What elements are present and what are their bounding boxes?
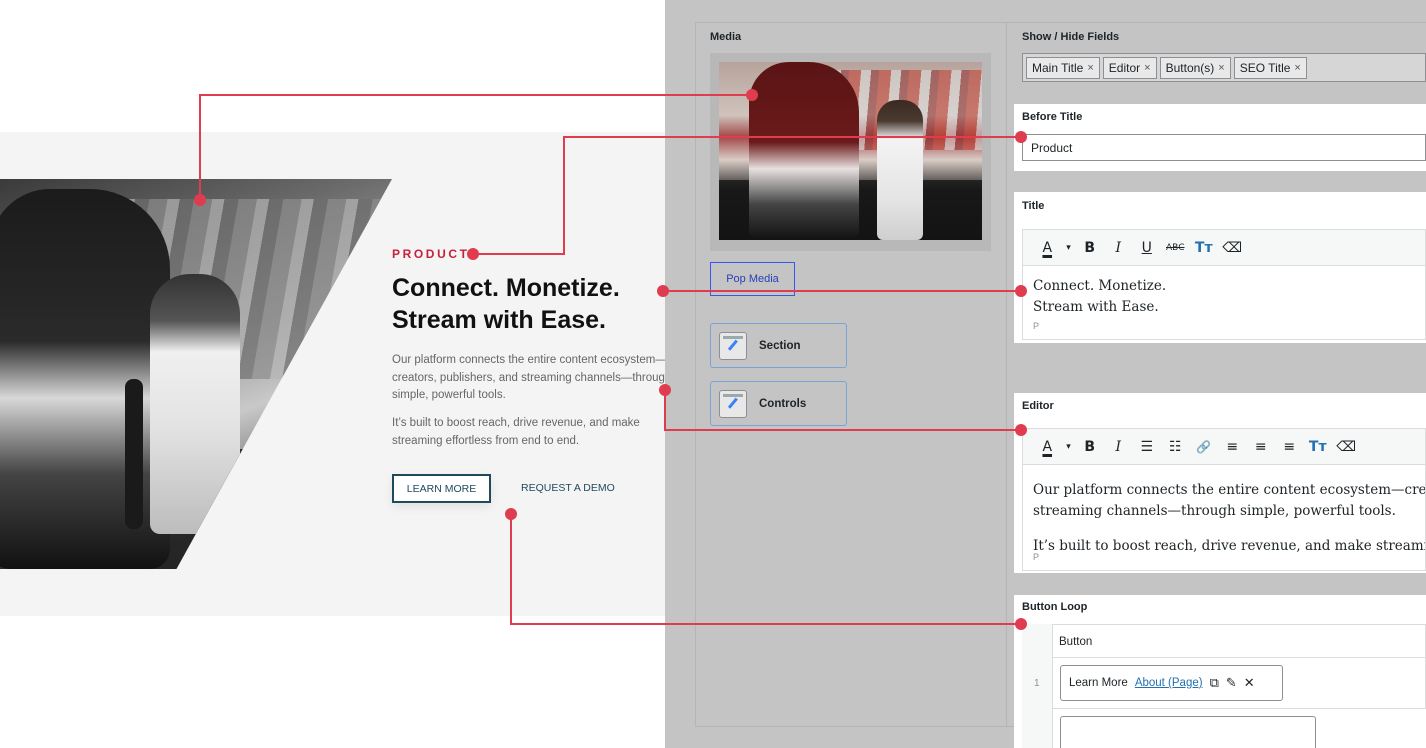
bullet-list-icon[interactable]: ☰	[1133, 435, 1162, 459]
edit-pencil-icon[interactable]: ✎	[1226, 676, 1237, 691]
editor-paragraph-1-line-2: streaming channels—through simple, power…	[1033, 503, 1396, 519]
media-skater	[749, 62, 859, 240]
controls-button-label: Controls	[759, 397, 807, 410]
button-column-header: Button	[1059, 636, 1093, 648]
headline-line-2: Stream with Ease.	[392, 306, 606, 334]
button-item[interactable]: Learn More About (Page) ⧉ ✎ ✕	[1060, 665, 1283, 701]
row-number-column: 1	[1022, 624, 1053, 748]
eraser-icon[interactable]: ⌫	[1218, 236, 1247, 260]
tag-remove-icon[interactable]: ×	[1294, 62, 1300, 74]
bold-icon[interactable]: B	[1076, 236, 1105, 260]
controls-button[interactable]: Controls	[710, 381, 847, 426]
before-title-input[interactable]: Product	[1022, 134, 1426, 161]
italic-icon[interactable]: I	[1104, 435, 1133, 459]
tag-label: Main Title	[1032, 61, 1084, 75]
section-button-label: Section	[759, 339, 801, 352]
button-item-title: Learn More	[1069, 677, 1128, 689]
media-label: Media	[710, 31, 742, 43]
font-size-icon[interactable]: Tт	[1304, 435, 1333, 459]
editor-path-indicator: P	[1033, 552, 1040, 562]
before-title-label: Before Title	[1022, 111, 1083, 123]
italic-icon[interactable]: I	[1104, 236, 1133, 260]
title-path-indicator: P	[1033, 321, 1040, 331]
title-label: Title	[1022, 200, 1045, 212]
button-item-add[interactable]	[1060, 716, 1316, 748]
tag-buttons[interactable]: Button(s) ×	[1159, 57, 1231, 79]
title-line-2: Stream with Ease.	[1033, 299, 1159, 315]
title-line-1: Connect. Monetize.	[1033, 278, 1167, 294]
tag-label: Editor	[1108, 61, 1141, 75]
strikethrough-icon[interactable]: ABC	[1161, 236, 1190, 260]
show-hide-label: Show / Hide Fields	[1022, 31, 1120, 43]
editor-content[interactable]: Our platform connects the entire content…	[1022, 465, 1426, 571]
tag-remove-icon[interactable]: ×	[1218, 62, 1224, 74]
tag-editor[interactable]: Editor ×	[1102, 57, 1157, 79]
tag-main-title[interactable]: Main Title ×	[1026, 57, 1100, 79]
photo-skater	[0, 189, 170, 569]
editor-toolbar: A ▾ B I ☰ ☷ 🔗 ≡ ≡ ≡ Tт ⌫	[1022, 428, 1426, 465]
chevron-down-icon[interactable]: ▾	[1062, 236, 1076, 260]
section-icon	[719, 331, 747, 360]
numbered-list-icon[interactable]: ☷	[1161, 435, 1190, 459]
external-link-icon[interactable]: ⧉	[1210, 676, 1219, 691]
font-size-icon[interactable]: Tт	[1190, 236, 1219, 260]
request-demo-button[interactable]: REQUEST A DEMO	[521, 482, 615, 494]
tag-remove-icon[interactable]: ×	[1087, 62, 1093, 74]
show-hide-tags-field[interactable]: Main Title × Editor × Button(s) × SEO Title…	[1022, 53, 1426, 82]
align-center-icon[interactable]: ≡	[1247, 435, 1276, 459]
close-icon[interactable]: ✕	[1244, 676, 1255, 691]
section-button[interactable]: Section	[710, 323, 847, 368]
column-divider	[1006, 22, 1007, 727]
tag-seo-title[interactable]: SEO Title ×	[1233, 57, 1307, 79]
eraser-icon[interactable]: ⌫	[1332, 435, 1361, 459]
media-girl	[877, 100, 923, 240]
media-thumbnail[interactable]	[719, 62, 982, 240]
title-editor[interactable]: Connect. Monetize. Stream with Ease. P	[1022, 266, 1426, 340]
tag-label: Button(s)	[1165, 61, 1215, 75]
text-color-icon[interactable]: A	[1033, 435, 1062, 459]
preview-body-2: It’s built to boost reach, drive revenue…	[392, 417, 640, 447]
tag-remove-icon[interactable]: ×	[1144, 62, 1150, 74]
align-right-icon[interactable]: ≡	[1275, 435, 1304, 459]
row-number: 1	[1034, 678, 1040, 689]
preview-body-1: Our platform connects the entire content…	[392, 354, 672, 401]
editor-label: Editor	[1022, 400, 1054, 412]
align-left-icon[interactable]: ≡	[1218, 435, 1247, 459]
tag-label: SEO Title	[1239, 61, 1291, 75]
controls-icon	[719, 389, 747, 418]
headline-line-1: Connect. Monetize.	[392, 274, 620, 302]
chevron-down-icon[interactable]: ▾	[1062, 435, 1076, 459]
preview-eyebrow: PRODUCT	[392, 247, 470, 261]
underline-icon[interactable]: U	[1133, 236, 1162, 260]
photo-skateboard	[125, 379, 143, 529]
preview-headline: Connect. Monetize. Stream with Ease.	[392, 272, 682, 336]
bold-icon[interactable]: B	[1076, 435, 1105, 459]
pop-media-button[interactable]: Pop Media	[710, 262, 795, 296]
button-loop-label: Button Loop	[1022, 601, 1088, 613]
editor-paragraph-1-line-1: Our platform connects the entire content…	[1033, 482, 1426, 498]
text-color-icon[interactable]: A	[1033, 236, 1062, 260]
button-loop-header: Button	[1022, 624, 1426, 658]
editor-paragraph-2: It’s built to boost reach, drive revenue…	[1033, 538, 1425, 554]
learn-more-button[interactable]: LEARN MORE	[392, 474, 491, 503]
button-item-link[interactable]: About (Page)	[1135, 677, 1203, 689]
link-icon[interactable]: 🔗	[1190, 435, 1219, 459]
title-toolbar: A ▾ B I U ABC Tт ⌫	[1022, 229, 1426, 266]
